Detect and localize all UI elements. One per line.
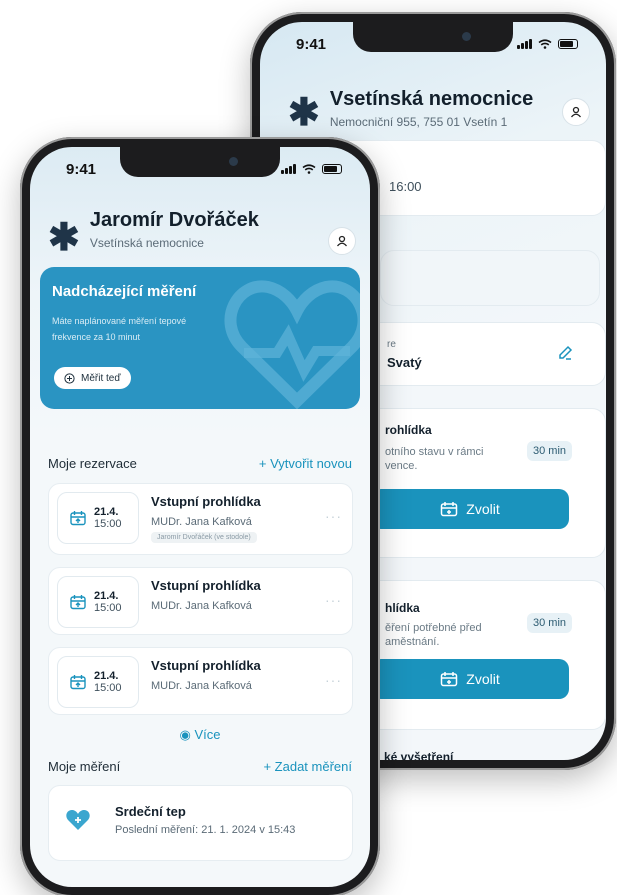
- reservation-item[interactable]: 21.4. 15:00 Vstupní prohlídka MUDr. Jana…: [48, 483, 353, 555]
- profile-button[interactable]: [562, 98, 590, 126]
- upcoming-measurement-card[interactable]: Nadcházející měření Máte naplánované měř…: [40, 267, 360, 409]
- reservation-title: Vstupní prohlídka: [151, 658, 261, 673]
- front-screen: 9:41 ✱ Jaromír Dvořáček Vsetínská nemocn…: [30, 147, 370, 887]
- reservations-label: Moje rezervace: [48, 456, 137, 471]
- calendar-plus-icon: [441, 502, 458, 517]
- logo-asterisk-icon: ✱: [48, 217, 80, 259]
- reservation-date: 21.4.: [94, 670, 119, 682]
- more-dots-icon[interactable]: ···: [325, 592, 342, 608]
- battery-icon: [558, 39, 578, 49]
- upcoming-title: Nadcházející měření: [52, 283, 197, 300]
- duration-badge: 30 min: [527, 441, 573, 461]
- service-desc-line2: vence.: [385, 460, 418, 472]
- choose-label: Zvolit: [466, 501, 500, 517]
- choose-label: Zvolit: [466, 671, 500, 687]
- add-measurement-link[interactable]: + Zadat měření: [263, 759, 352, 774]
- more-dots-icon[interactable]: ···: [325, 672, 342, 688]
- edit-icon[interactable]: [557, 345, 573, 361]
- measurement-item[interactable]: Srdeční tep Poslední měření: 21. 1. 2024…: [48, 785, 353, 861]
- wifi-icon: [302, 164, 316, 174]
- status-time: 9:41: [296, 35, 327, 53]
- reservation-date-box: 21.4. 15:00: [57, 576, 139, 628]
- reservation-time: 15:00: [94, 682, 122, 694]
- service-desc-line1: otního stavu v rámci: [385, 446, 484, 458]
- reservation-time: 15:00: [94, 518, 122, 530]
- measurements-label: Moje měření: [48, 759, 121, 774]
- show-more-link[interactable]: ◉ Více: [30, 727, 370, 743]
- reservation-date: 21.4.: [94, 590, 119, 602]
- eye-icon: ◉: [179, 727, 191, 742]
- reservation-doctor: MUDr. Jana Kafková: [151, 516, 252, 528]
- measure-now-label: Měřit teď: [81, 372, 121, 384]
- reservation-title: Vstupní prohlídka: [151, 494, 261, 509]
- service-title-partial: ké vyšetření: [384, 750, 454, 760]
- reservation-item[interactable]: 21.4. 15:00 Vstupní prohlídka MUDr. Jana…: [48, 647, 353, 715]
- reservation-doctor: MUDr. Jana Kafková: [151, 680, 252, 692]
- time-value: 16:00: [389, 179, 422, 194]
- service-desc-line2: aměstnání.: [385, 636, 440, 648]
- calendar-icon: [70, 511, 86, 526]
- signal-icon: [517, 39, 532, 49]
- choose-button[interactable]: Zvolit: [371, 489, 569, 529]
- measurement-last: Poslední měření: 21. 1. 2024 v 15:43: [115, 824, 296, 836]
- show-more-label: Více: [194, 727, 221, 742]
- logo-asterisk-icon: ✱: [288, 92, 320, 134]
- reservation-title: Vstupní prohlídka: [151, 578, 261, 593]
- notch: [353, 22, 513, 52]
- doctor-label: re: [387, 339, 396, 350]
- status-time: 9:41: [66, 160, 97, 178]
- measure-now-button[interactable]: Měřit teď: [54, 367, 131, 389]
- hospital-address: Nemocniční 955, 755 01 Vsetín 1: [329, 115, 508, 129]
- more-dots-icon[interactable]: ···: [325, 508, 342, 524]
- battery-icon: [322, 164, 342, 174]
- reservation-time: 15:00: [94, 602, 122, 614]
- reservation-date-box: 21.4. 15:00: [57, 492, 139, 544]
- calendar-plus-icon: [441, 672, 458, 687]
- reservation-item[interactable]: 21.4. 15:00 Vstupní prohlídka MUDr. Jana…: [48, 567, 353, 635]
- reservation-patient: Jaromír Dvořáček (ve stodole): [151, 532, 257, 543]
- hospital-header: ✱ Vsetínská nemocnice Nemocniční 955, 75…: [288, 88, 533, 132]
- choose-button[interactable]: Zvolit: [371, 659, 569, 699]
- measurement-title: Srdeční tep: [115, 804, 186, 819]
- duration-badge: 30 min: [527, 613, 573, 633]
- hospital-title: Vsetínská nemocnice: [329, 88, 534, 110]
- heart-icon: [66, 809, 90, 830]
- calendar-icon: [70, 675, 86, 690]
- phone-front: 9:41 ✱ Jaromír Dvořáček Vsetínská nemocn…: [20, 137, 380, 895]
- signal-icon: [281, 164, 296, 174]
- calendar-icon: [70, 595, 86, 610]
- empty-field[interactable]: [380, 250, 600, 306]
- create-reservation-link[interactable]: + Vytvořit novou: [259, 456, 352, 471]
- service-title: hlídka: [385, 601, 420, 615]
- reservations-header: Moje rezervace + Vytvořit novou: [48, 456, 352, 471]
- user-hospital: Vsetínská nemocnice: [89, 236, 204, 250]
- doctor-name: Svatý: [387, 355, 422, 370]
- reservation-date: 21.4.: [94, 506, 119, 518]
- service-desc-line1: ěření potřebné před: [385, 622, 482, 634]
- upcoming-text: Máte naplánované měření tepové frekvence…: [52, 316, 187, 342]
- service-title: rohlídka: [385, 423, 432, 437]
- plus-circle-icon: [64, 372, 75, 384]
- profile-button[interactable]: [328, 227, 356, 255]
- reservation-doctor: MUDr. Jana Kafková: [151, 600, 252, 612]
- user-name: Jaromír Dvořáček: [89, 209, 259, 231]
- stage: 9:41 ✱ Vsetínská nemocnice Nemocniční 95…: [0, 0, 617, 895]
- user-icon: [336, 235, 348, 247]
- heart-pulse-icon: [224, 280, 360, 409]
- user-header: ✱ Jaromír Dvořáček Vsetínská nemocnice: [48, 209, 259, 257]
- user-icon: [570, 106, 582, 118]
- measurements-header: Moje měření + Zadat měření: [48, 759, 352, 774]
- reservation-date-box: 21.4. 15:00: [57, 656, 139, 708]
- notch: [120, 147, 280, 177]
- wifi-icon: [538, 39, 552, 49]
